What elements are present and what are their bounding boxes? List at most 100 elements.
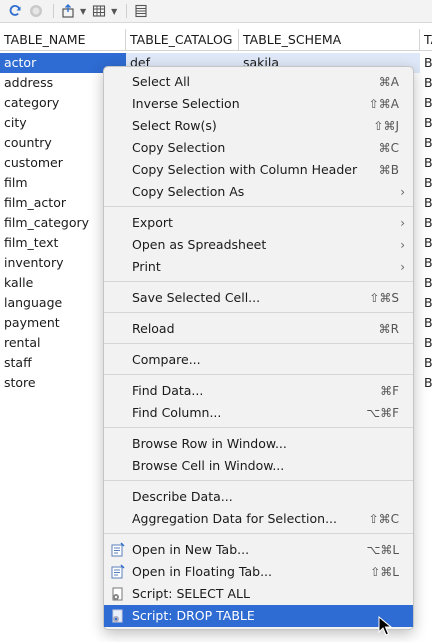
table-cell[interactable]: BA — [420, 333, 432, 353]
menu-item-label: Aggregation Data for Selection... — [132, 511, 337, 526]
menu-item-browse-row[interactable]: Browse Row in Window... — [104, 433, 413, 455]
menu-separator — [104, 343, 413, 344]
menu-item-shortcut: ⌘B — [378, 163, 399, 177]
menu-item-open-in-floating-tab[interactable]: Open in Floating Tab... ⇧⌘L — [104, 561, 413, 583]
stop-icon[interactable] — [27, 2, 45, 20]
menu-separator — [104, 427, 413, 428]
menu-item-label: Save Selected Cell... — [132, 290, 261, 305]
table-cell[interactable]: BA — [420, 173, 432, 193]
menu-item-shortcut: ⌘A — [378, 75, 399, 89]
script-gear-icon — [112, 609, 123, 623]
menu-item-reload[interactable]: Reload ⌘R — [104, 318, 413, 340]
menu-item-open-as-spreadsheet[interactable]: Open as Spreadsheet › — [104, 234, 413, 256]
column-header-table-schema[interactable]: TABLE_SCHEMA — [239, 29, 420, 51]
menu-item-browse-cell[interactable]: Browse Cell in Window... — [104, 455, 413, 477]
menu-item-shortcut: ⇧⌘J — [373, 119, 399, 133]
menu-item-shortcut: ⌘F — [380, 384, 399, 398]
menu-item-shortcut: ⌘C — [378, 141, 399, 155]
refresh-icon[interactable] — [6, 2, 24, 20]
menu-item-print[interactable]: Print › — [104, 256, 413, 278]
table-cell[interactable]: BA — [420, 53, 432, 73]
menu-item-label: Print — [132, 259, 161, 274]
table-cell[interactable]: BA — [420, 193, 432, 213]
column-header-table-type[interactable]: TA — [420, 29, 432, 51]
menu-item-label: Describe Data... — [132, 489, 233, 504]
grid-dropdown-icon[interactable]: ▼ — [111, 7, 117, 16]
menu-item-select-rows[interactable]: Select Row(s) ⇧⌘J — [104, 115, 413, 137]
menu-item-compare[interactable]: Compare... — [104, 349, 413, 371]
menu-item-label: Copy Selection — [132, 140, 226, 155]
menu-item-label: Open in Floating Tab... — [132, 564, 272, 579]
menu-separator — [104, 206, 413, 207]
toolbar-divider — [126, 4, 128, 18]
grid-icon[interactable] — [90, 2, 108, 20]
menu-item-inverse-selection[interactable]: Inverse Selection ⇧⌘A — [104, 93, 413, 115]
table-cell[interactable]: BA — [420, 313, 432, 333]
column-header-table-name[interactable]: TABLE_NAME — [0, 29, 126, 51]
script-gear-icon — [112, 587, 123, 601]
menu-item-label: Browse Cell in Window... — [132, 458, 285, 473]
menu-item-copy-selection-with-header[interactable]: Copy Selection with Column Header ⌘B — [104, 159, 413, 181]
menu-item-script-select-all[interactable]: Script: SELECT ALL — [104, 583, 413, 605]
menu-item-select-all[interactable]: Select All ⌘A — [104, 71, 413, 93]
menu-item-label: Reload — [132, 321, 175, 336]
toolbar-divider — [53, 4, 54, 18]
table-cell[interactable]: BA — [420, 93, 432, 113]
menu-item-shortcut: ⇧⌘S — [369, 291, 399, 305]
menu-item-find-column[interactable]: Find Column... ⌥⌘F — [104, 402, 413, 424]
menu-item-label: Script: SELECT ALL — [132, 586, 250, 601]
table-cell[interactable]: BA — [420, 73, 432, 93]
menu-separator — [104, 312, 413, 313]
columns-icon[interactable] — [132, 2, 150, 20]
menu-separator — [104, 533, 413, 534]
menu-item-script-drop-table[interactable]: Script: DROP TABLE — [104, 605, 413, 627]
export-dropdown-icon[interactable]: ▼ — [80, 7, 86, 16]
menu-item-save-selected-cell[interactable]: Save Selected Cell... ⇧⌘S — [104, 287, 413, 309]
menu-item-describe-data[interactable]: Describe Data... — [104, 486, 413, 508]
menu-item-copy-selection[interactable]: Copy Selection ⌘C — [104, 137, 413, 159]
chevron-right-icon: › — [400, 216, 405, 230]
menu-item-label: Find Column... — [132, 405, 222, 420]
menu-item-label: Find Data... — [132, 383, 204, 398]
menu-item-shortcut: ⇧⌘C — [368, 512, 399, 526]
menu-item-label: Select All — [132, 74, 191, 89]
menu-item-label: Compare... — [132, 352, 201, 367]
toolbar: ▼ ▼ — [0, 0, 432, 23]
mouse-cursor-icon — [378, 616, 392, 636]
new-tab-icon — [111, 542, 125, 557]
menu-item-copy-selection-as[interactable]: Copy Selection As › — [104, 181, 413, 203]
menu-item-label: Select Row(s) — [132, 118, 217, 133]
table-cell[interactable]: BA — [420, 113, 432, 133]
menu-item-open-in-new-tab[interactable]: Open in New Tab... ⌥⌘L — [104, 539, 413, 561]
menu-item-label: Open as Spreadsheet — [132, 237, 267, 252]
menu-separator — [104, 374, 413, 375]
chevron-right-icon: › — [400, 185, 405, 199]
table-cell[interactable]: BA — [420, 233, 432, 253]
menu-separator — [104, 480, 413, 481]
menu-item-shortcut: ⇧⌘A — [368, 97, 399, 111]
menu-item-label: Copy Selection with Column Header — [132, 162, 358, 177]
table-cell[interactable]: BA — [420, 293, 432, 313]
menu-item-find-data[interactable]: Find Data... ⌘F — [104, 380, 413, 402]
table-cell[interactable]: BA — [420, 273, 432, 293]
menu-item-label: Open in New Tab... — [132, 542, 250, 557]
table-cell[interactable]: BA — [420, 253, 432, 273]
table-cell[interactable]: BA — [420, 373, 432, 393]
column-header-table-catalog[interactable]: TABLE_CATALOG — [126, 29, 239, 51]
table-cell[interactable]: BA — [420, 353, 432, 373]
menu-item-shortcut: ⌥⌘F — [366, 406, 399, 420]
menu-item-label: Inverse Selection — [132, 96, 240, 111]
column-header-row: TABLE_NAME TABLE_CATALOG TABLE_SCHEMA TA — [0, 29, 432, 51]
chevron-right-icon: › — [400, 238, 405, 252]
chevron-right-icon: › — [400, 260, 405, 274]
menu-item-shortcut: ⌘R — [378, 322, 399, 336]
menu-item-export[interactable]: Export › — [104, 212, 413, 234]
export-icon[interactable] — [59, 2, 77, 20]
menu-item-aggregation-data[interactable]: Aggregation Data for Selection... ⇧⌘C — [104, 508, 413, 530]
context-menu: Select All ⌘A Inverse Selection ⇧⌘A Select… — [103, 66, 414, 630]
table-cell[interactable]: BA — [420, 153, 432, 173]
menu-item-shortcut: ⇧⌘L — [370, 565, 399, 579]
table-cell[interactable]: BA — [420, 213, 432, 233]
table-cell[interactable]: BA — [420, 133, 432, 153]
menu-item-label: Browse Row in Window... — [132, 436, 287, 451]
